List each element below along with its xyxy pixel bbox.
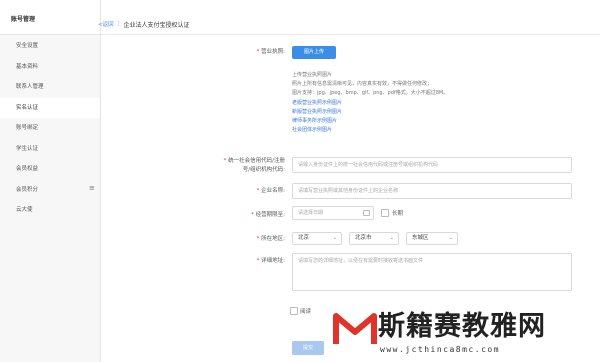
credit-code-input[interactable]: 请输入身份证件上的统一社会信用代码或注册号或组织机构代码: [292, 157, 572, 173]
submit-button[interactable]: 提交: [292, 341, 324, 355]
credit-code-label-line2: 号/组织机构代码:: [242, 167, 285, 173]
example-link-old-license[interactable]: 老版营业执照示例图片: [292, 99, 342, 107]
license-hint-title: 上传营业执照图片: [292, 72, 333, 78]
page-title: 企业法人支付宝授权认证: [123, 21, 190, 29]
company-name-label: * 企业名称:: [256, 188, 285, 194]
sidebar: 账号管理 安全设置 基本资料 联系人管理 实名认证 账号绑定 学生认证 会员权益…: [0, 0, 101, 362]
sidebar-item-profile[interactable]: 基本资料: [0, 57, 100, 78]
region-label-text: 所在地区:: [261, 236, 285, 242]
sidebar-item-member-benefits[interactable]: 会员权益: [0, 159, 100, 180]
address-label: * 详细地址:: [256, 258, 285, 264]
chevron-down-icon: ⌄: [389, 235, 394, 241]
credit-code-label-line1: 统一社会信用代码/注册: [228, 158, 285, 164]
breadcrumb: <返回 | 企业法人支付宝授权认证: [98, 0, 600, 35]
license-label-text: 营业执照:: [261, 49, 285, 55]
province-value: 北京: [298, 235, 310, 241]
upload-image-button[interactable]: 图片上传: [292, 46, 336, 59]
term-date-input[interactable]: 请选择日期: [292, 206, 374, 220]
sidebar-title: 账号管理: [0, 0, 100, 35]
back-link[interactable]: <返回: [98, 20, 114, 28]
company-name-input[interactable]: 请填写营业执照或其他身份证件上的企业名称: [292, 183, 572, 199]
chevron-down-icon: ⌄: [448, 235, 453, 241]
province-select[interactable]: 北京 ⌄: [292, 232, 342, 245]
address-label-text: 详细地址:: [261, 258, 285, 264]
city-select[interactable]: 北京市 ⌄: [349, 232, 399, 245]
license-hint-format: 图片支持：jpg、jpeg、bmp、gif、png、pdf格式，大小不超过8M。: [292, 90, 449, 96]
longterm-checkbox[interactable]: [381, 209, 389, 217]
example-link-social-group[interactable]: 社会团体示例图片: [292, 126, 332, 134]
example-link-new-license[interactable]: 新版营业执照示例图片: [292, 108, 342, 116]
calendar-icon: [363, 210, 370, 216]
sidebar-item-verification[interactable]: 实名认证: [0, 97, 100, 118]
sidebar-item-contacts[interactable]: 联系人管理: [0, 77, 100, 98]
term-label: * 经营期限至:: [251, 212, 285, 218]
region-label: * 所在地区:: [256, 236, 285, 242]
term-date-placeholder: 请选择日期: [298, 210, 324, 216]
district-select[interactable]: 东城区 ⌄: [406, 232, 458, 245]
sidebar-item-student[interactable]: 学生认证: [0, 139, 100, 160]
license-hint-clarity: 照片上所有信息需清晰可见，内容真实有效，不得做任何修改；: [292, 81, 433, 87]
longterm-label: 长期: [392, 211, 404, 217]
watermark-text: 斯籍赛教雅网: [378, 311, 546, 342]
license-label: * 营业执照:: [256, 49, 285, 55]
breadcrumb-separator: |: [117, 21, 120, 27]
sidebar-item-ambassador[interactable]: 云大使: [0, 200, 100, 221]
agreement-text: 阅读: [300, 309, 312, 315]
company-name-label-text: 企业名称:: [261, 188, 285, 194]
address-textarea[interactable]: 请填写您的详细地址，以便在有需要时接收寄送书面文件: [292, 253, 572, 291]
watermark-url: www.jcthinca8mc.com: [380, 345, 501, 354]
chevron-down-icon: ⌄: [332, 235, 337, 241]
sidebar-item-security[interactable]: 安全设置: [0, 36, 100, 57]
district-value: 东城区: [412, 235, 429, 241]
collapse-menu-icon[interactable]: ≡: [89, 184, 95, 192]
credit-code-label: * 统一社会信用代码/注册: [223, 158, 285, 164]
sidebar-item-binding[interactable]: 账号绑定: [0, 118, 100, 139]
example-link-law-firm[interactable]: 律师事务所示例图片: [292, 117, 337, 125]
sidebar-item-member-points[interactable]: 会员积分: [0, 180, 100, 201]
agreement-checkbox[interactable]: [290, 307, 298, 315]
city-value: 北京市: [355, 235, 372, 241]
watermark: 斯籍赛教雅网 www.jcthinca8mc.com: [330, 300, 600, 362]
term-label-text: 经营期限至:: [255, 212, 285, 218]
watermark-logo-icon: [333, 313, 377, 344]
